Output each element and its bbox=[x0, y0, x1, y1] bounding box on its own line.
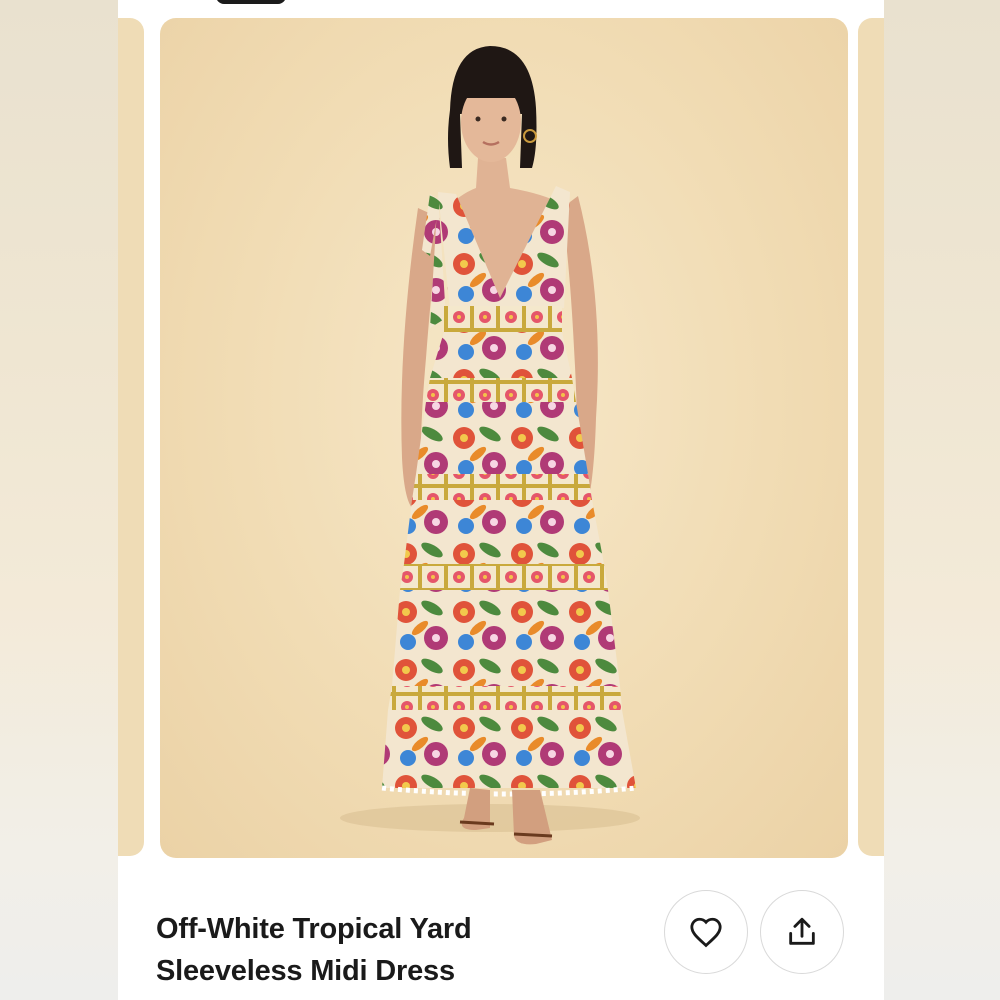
share-button[interactable] bbox=[760, 890, 844, 974]
heart-icon bbox=[690, 917, 722, 948]
product-title-line-1: Off-White Tropical Yard bbox=[156, 913, 472, 945]
product-screen: Off-White Tropical Yard Sleeveless Midi … bbox=[118, 0, 884, 1000]
product-title: Off-White Tropical Yard Sleeveless Midi … bbox=[156, 908, 616, 992]
blurred-margin-left bbox=[0, 0, 118, 1000]
product-photo[interactable] bbox=[160, 18, 848, 858]
like-button[interactable] bbox=[664, 890, 748, 974]
next-photo-peek[interactable] bbox=[858, 18, 884, 856]
product-title-line-2: Sleeveless Midi Dress bbox=[156, 955, 455, 987]
status-bar-pill bbox=[216, 0, 286, 4]
blurred-margin-right bbox=[884, 0, 1000, 1000]
share-icon bbox=[789, 917, 815, 945]
previous-photo-peek[interactable] bbox=[118, 18, 144, 856]
screenshot-frame: Off-White Tropical Yard Sleeveless Midi … bbox=[0, 0, 1000, 1000]
product-photo-illustration bbox=[340, 46, 640, 845]
